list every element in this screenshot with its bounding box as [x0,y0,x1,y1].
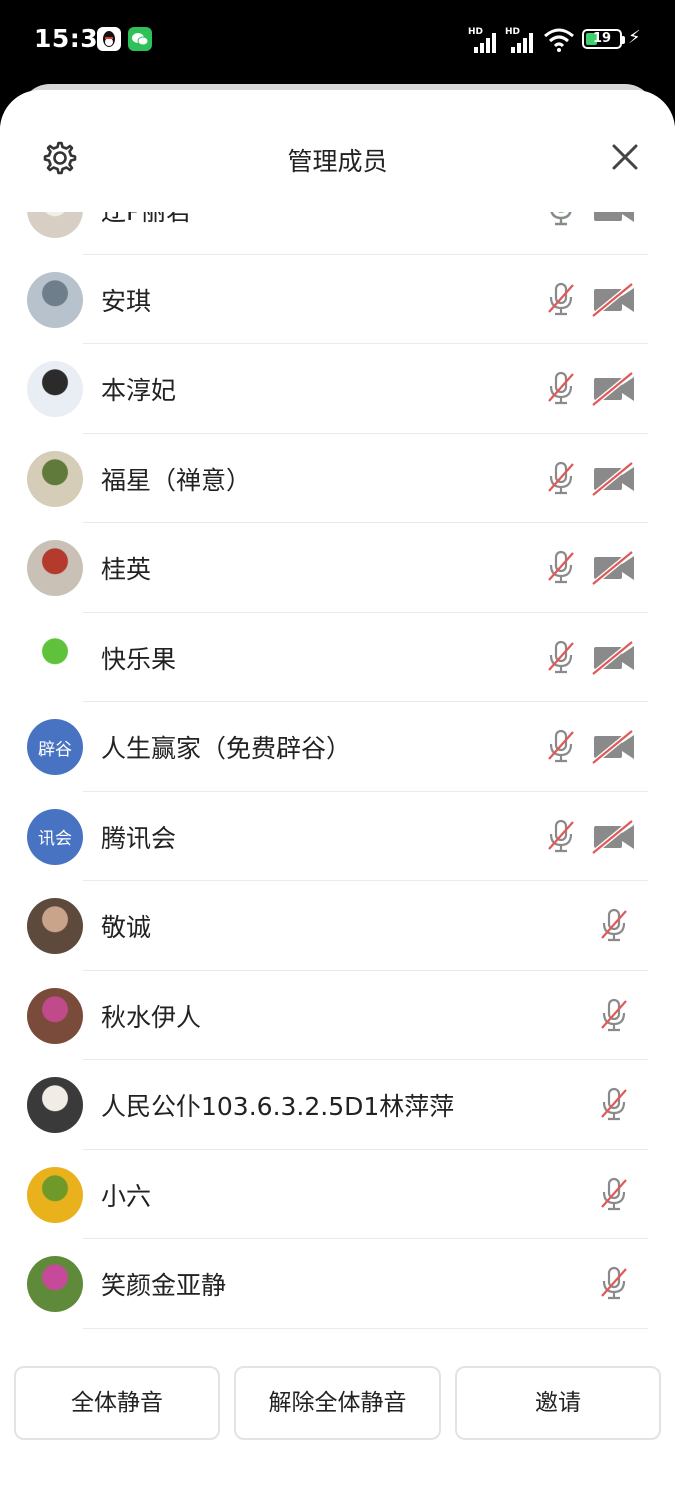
microphone-muted-icon[interactable] [546,639,576,675]
battery-cap [622,36,625,44]
member-name: 小六 [101,1181,152,1211]
member-name: 本淳妃 [101,376,177,405]
microphone-icon[interactable] [546,212,576,227]
camera-off-icon[interactable] [591,371,636,407]
member-row[interactable]: 快乐果 [0,613,675,702]
wifi-icon [544,28,574,52]
charging-icon: ⚡ [628,27,641,48]
page-title: 管理成员 [287,147,388,176]
camera-off-icon[interactable] [591,281,636,318]
member-name: 人民公仆103.6.3.2.5D1林萍萍 [101,1092,455,1121]
microphone-muted-icon[interactable] [599,1086,629,1122]
signal-hd-label: HD [505,27,521,37]
member-name: 笑颜金亚静 [101,1271,227,1300]
close-icon[interactable] [608,140,642,174]
wechat-notification-icon [128,27,152,51]
member-name: 敬诚 [101,913,152,942]
member-avatar [27,271,83,328]
unmute-all-button[interactable]: 解除全体静音 [234,1366,441,1440]
member-avatar [27,1256,83,1312]
signal-strength-icon: HD [468,27,498,53]
member-row[interactable]: 安琪 [0,255,675,344]
member-avatar: 辟谷 [27,719,83,775]
member-avatar [27,1077,83,1133]
microphone-muted-icon[interactable] [546,549,576,585]
camera-off-icon[interactable] [591,729,636,765]
member-avatar [27,361,83,417]
status-bar: 15:33 HD HD 19 ⚡ [0,0,675,84]
camera-icon[interactable] [592,212,636,225]
member-avatar [27,629,83,686]
member-avatar [27,212,83,238]
sheet-header: 管理成员 [0,90,675,212]
member-list[interactable]: 辽P丽君 安琪 本淳妃 福星（禅意） 桂英 [0,212,675,1342]
signal-strength-icon: HD [505,27,535,53]
member-name: 辽P丽君 [101,212,191,228]
member-name: 人生赢家（免费辟谷） [101,734,352,763]
member-avatar: 讯会 [27,808,83,865]
member-avatar [27,450,83,507]
member-name: 腾讯会 [101,823,177,853]
row-divider [83,1327,648,1329]
microphone-muted-icon[interactable] [599,1265,629,1301]
battery-level: 19 [592,31,612,46]
member-name: 安琪 [101,286,152,316]
member-row[interactable]: 人民公仆103.6.3.2.5D1林萍萍 [0,1060,675,1150]
member-name: 桂英 [101,555,152,584]
member-avatar [27,1166,83,1223]
member-row[interactable]: 本淳妃 [0,344,675,434]
member-name: 秋水伊人 [101,1002,202,1032]
member-name: 福星（禅意） [101,465,252,495]
member-row[interactable]: 敬诚 [0,881,675,971]
invite-button[interactable]: 邀请 [455,1366,661,1440]
member-avatar [27,987,83,1044]
microphone-muted-icon[interactable] [599,907,629,943]
microphone-muted-icon[interactable] [546,728,576,764]
camera-off-icon[interactable] [591,639,636,676]
sheet-footer: 全体静音 解除全体静音 邀请 [0,1352,675,1500]
member-name: 快乐果 [101,644,177,674]
microphone-muted-icon[interactable] [599,997,629,1033]
member-row[interactable]: 桂英 [0,523,675,613]
member-avatar [27,540,83,596]
member-avatar [27,898,83,954]
camera-off-icon[interactable] [591,550,636,586]
microphone-muted-icon[interactable] [546,281,576,317]
mute-all-button[interactable]: 全体静音 [14,1366,220,1440]
signal-hd-label: HD [468,27,484,37]
member-row[interactable]: 辟谷 人生赢家（免费辟谷） [0,702,675,792]
qq-notification-icon [97,27,121,51]
member-row[interactable]: 小六 [0,1150,675,1239]
member-row[interactable]: 福星（禅意） [0,434,675,523]
member-list-content: 辽P丽君 安琪 本淳妃 福星（禅意） 桂英 [0,212,675,1329]
member-row[interactable]: 笑颜金亚静 [0,1239,675,1329]
camera-off-icon[interactable] [591,460,636,497]
avatar-initials: 讯会 [38,829,72,849]
member-row[interactable]: 讯会 腾讯会 [0,792,675,881]
member-row[interactable]: 辽P丽君 [0,212,675,255]
microphone-muted-icon[interactable] [546,818,576,854]
microphone-muted-icon[interactable] [546,370,576,406]
avatar-initials: 辟谷 [38,739,72,760]
microphone-muted-icon[interactable] [546,460,576,496]
microphone-muted-icon[interactable] [599,1176,629,1212]
manage-members-sheet: 管理成员 辽P丽君 安琪 本淳妃 福星（禅意） [0,90,675,1500]
battery-icon: 19 [582,29,622,49]
member-row[interactable]: 秋水伊人 [0,971,675,1060]
camera-off-icon[interactable] [591,818,636,855]
